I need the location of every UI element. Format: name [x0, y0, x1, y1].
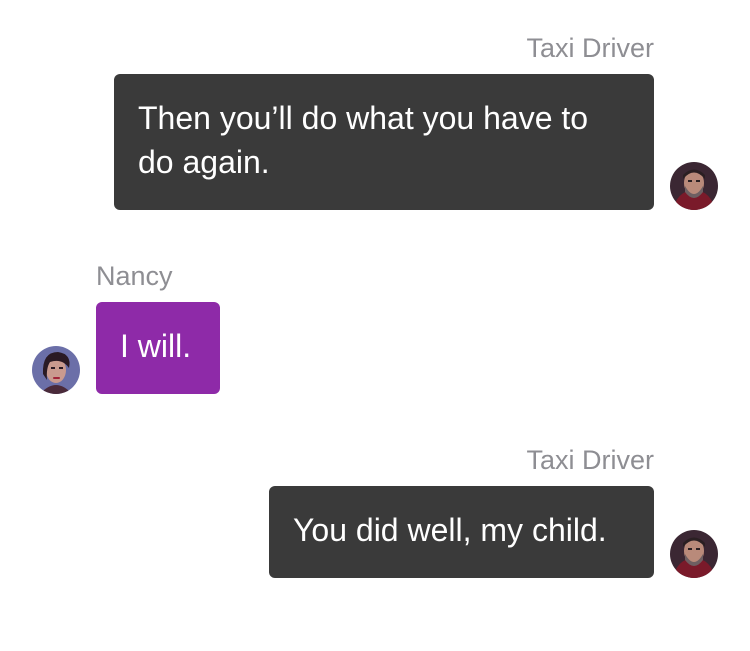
nancy-avatar[interactable] — [32, 346, 80, 394]
sender-name: Taxi Driver — [526, 445, 654, 475]
taxi-driver-avatar[interactable] — [670, 530, 718, 578]
message-bubble[interactable]: I will. — [96, 302, 220, 394]
man-portrait-icon — [670, 162, 718, 210]
man-portrait-icon — [670, 530, 718, 578]
taxi-driver-avatar[interactable] — [670, 162, 718, 210]
message-bubble[interactable]: You did well, my child. — [269, 486, 654, 578]
message-bubble[interactable]: Then you’ll do what you have to do again… — [114, 74, 654, 210]
sender-name: Nancy — [96, 261, 173, 291]
sender-name: Taxi Driver — [526, 33, 654, 63]
woman-portrait-icon — [32, 346, 80, 394]
